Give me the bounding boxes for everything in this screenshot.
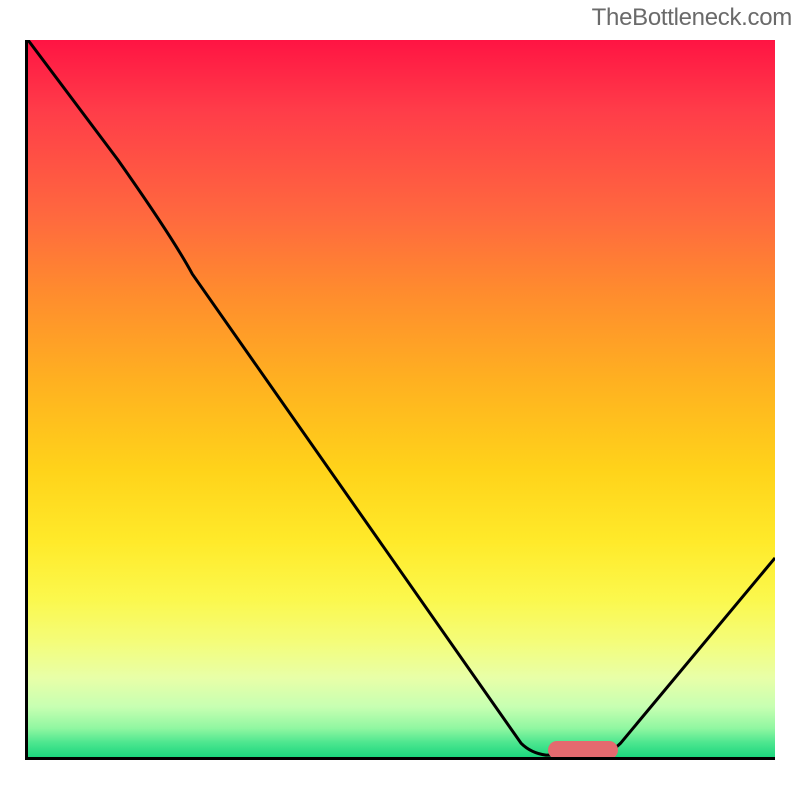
optimal-range-marker <box>548 741 618 759</box>
chart-container: TheBottleneck.com <box>0 0 800 800</box>
bottleneck-curve <box>28 40 775 757</box>
plot-area <box>25 40 775 760</box>
curve-path <box>28 40 775 755</box>
watermark-text: TheBottleneck.com <box>592 4 792 32</box>
